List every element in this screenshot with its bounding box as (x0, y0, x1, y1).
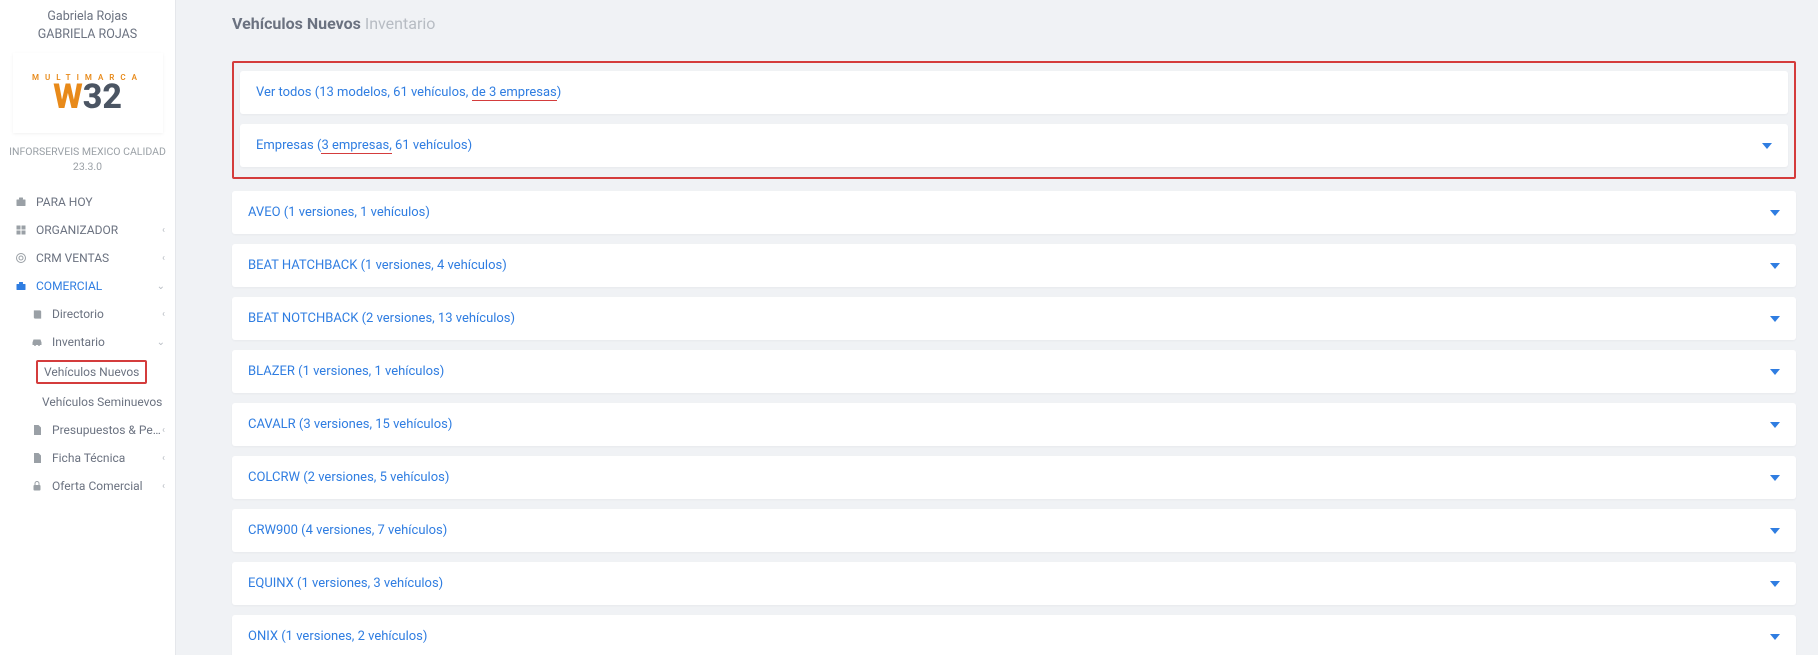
panel-model[interactable]: BEAT NOTCHBACK (2 versiones, 13 vehículo… (232, 297, 1796, 340)
document-icon (30, 424, 44, 436)
lock-icon (30, 480, 44, 492)
panel-empresas[interactable]: Empresas (3 empresas, 61 vehículos) (240, 124, 1788, 167)
car-icon (30, 337, 44, 347)
user-alias: GABRIELA ROJAS (4, 26, 171, 44)
panel-label: COLCRW (2 versiones, 5 vehículos) (248, 470, 1770, 485)
panel-model[interactable]: CRW900 (4 versiones, 7 vehículos) (232, 509, 1796, 552)
panel-model[interactable]: BLAZER (1 versiones, 1 vehículos) (232, 350, 1796, 393)
main-content: Vehículos Nuevos Inventario Ver todos (1… (176, 0, 1818, 655)
file-icon (30, 452, 44, 464)
nav-ficha-tecnica[interactable]: Ficha Técnica ‹ (0, 444, 175, 472)
nav-organizador[interactable]: ORGANIZADOR ‹ (0, 216, 175, 244)
panel-label: Ver todos (13 modelos, 61 vehículos, de … (256, 85, 1772, 100)
chevron-left-icon: ‹ (162, 225, 165, 236)
page-title: Vehículos Nuevos Inventario (232, 14, 1796, 33)
models-list: AVEO (1 versiones, 1 vehículos) BEAT HATC… (232, 191, 1796, 655)
caret-down-icon (1770, 263, 1780, 269)
nav-inventario[interactable]: Inventario ⌄ (0, 328, 175, 356)
nav-vehiculos-nuevos[interactable]: Vehículos Nuevos (0, 356, 175, 388)
briefcase-icon (14, 196, 28, 208)
app-version: 23.3.0 (6, 160, 169, 175)
nav-directorio[interactable]: Directorio ‹ (0, 300, 175, 328)
panel-label: EQUINX (1 versiones, 3 vehículos) (248, 576, 1770, 591)
user-name: Gabriela Rojas (4, 8, 171, 26)
panel-model[interactable]: BEAT HATCHBACK (1 versiones, 4 vehículos… (232, 244, 1796, 287)
chevron-left-icon: ‹ (162, 453, 165, 464)
highlight-group: Ver todos (13 modelos, 61 vehículos, de … (232, 61, 1796, 179)
book-icon (30, 309, 44, 320)
panel-model[interactable]: CAVALR (3 versiones, 15 vehículos) (232, 403, 1796, 446)
chevron-left-icon: ‹ (162, 253, 165, 264)
company-name: INFORSERVEIS MEXICO CALIDAD (6, 145, 169, 160)
panel-model[interactable]: ONIX (1 versiones, 2 vehículos) (232, 615, 1796, 655)
caret-down-icon (1770, 210, 1780, 216)
panel-label: CAVALR (3 versiones, 15 vehículos) (248, 417, 1770, 432)
caret-down-icon (1770, 528, 1780, 534)
brand-logo: MULTIMARCA W32 (13, 53, 163, 133)
panel-label: AVEO (1 versiones, 1 vehículos) (248, 205, 1770, 220)
caret-down-icon (1762, 143, 1772, 149)
nav-vehiculos-seminuevos[interactable]: Vehículos Seminuevos (0, 388, 175, 416)
caret-down-icon (1770, 634, 1780, 640)
chevron-left-icon: ‹ (162, 481, 165, 492)
sidebar: Gabriela Rojas GABRIELA ROJAS MULTIMARCA… (0, 0, 176, 655)
nav-para-hoy[interactable]: PARA HOY (0, 188, 175, 216)
panel-label: ONIX (1 versiones, 2 vehículos) (248, 629, 1770, 644)
nav-comercial[interactable]: COMERCIAL ⌄ (0, 272, 175, 300)
target-icon (14, 252, 28, 264)
panel-label: CRW900 (4 versiones, 7 vehículos) (248, 523, 1770, 538)
nav-presupuestos[interactable]: Presupuestos & Pedidos ‹ (0, 416, 175, 444)
chevron-left-icon: ‹ (162, 309, 165, 320)
panel-model[interactable]: EQUINX (1 versiones, 3 vehículos) (232, 562, 1796, 605)
toolbox-icon (14, 280, 28, 292)
chevron-down-icon: ⌄ (157, 337, 165, 348)
caret-down-icon (1770, 316, 1780, 322)
main-nav: PARA HOY ORGANIZADOR ‹ CRM VENTAS ‹ COME… (0, 188, 175, 500)
nav-crm-ventas[interactable]: CRM VENTAS ‹ (0, 244, 175, 272)
panel-label: BEAT NOTCHBACK (2 versiones, 13 vehículo… (248, 311, 1770, 326)
chevron-down-icon: ⌄ (157, 281, 165, 292)
caret-down-icon (1770, 369, 1780, 375)
page-subtitle: Inventario (365, 14, 436, 33)
grid-icon (14, 224, 28, 236)
caret-down-icon (1770, 422, 1780, 428)
panel-ver-todos[interactable]: Ver todos (13 modelos, 61 vehículos, de … (240, 71, 1788, 114)
company-block: INFORSERVEIS MEXICO CALIDAD 23.3.0 (0, 141, 175, 188)
panel-label: BEAT HATCHBACK (1 versiones, 4 vehículos… (248, 258, 1770, 273)
caret-down-icon (1770, 581, 1780, 587)
user-block: Gabriela Rojas GABRIELA ROJAS (0, 0, 175, 47)
panel-model[interactable]: AVEO (1 versiones, 1 vehículos) (232, 191, 1796, 234)
caret-down-icon (1770, 475, 1780, 481)
panel-label: BLAZER (1 versiones, 1 vehículos) (248, 364, 1770, 379)
highlight-box: Vehículos Nuevos (36, 360, 147, 384)
nav-oferta-comercial[interactable]: Oferta Comercial ‹ (0, 472, 175, 500)
chevron-left-icon: ‹ (162, 425, 165, 436)
brand-mark: W32 (53, 80, 122, 114)
panel-model[interactable]: COLCRW (2 versiones, 5 vehículos) (232, 456, 1796, 499)
panel-label: Empresas (3 empresas, 61 vehículos) (256, 138, 1762, 153)
